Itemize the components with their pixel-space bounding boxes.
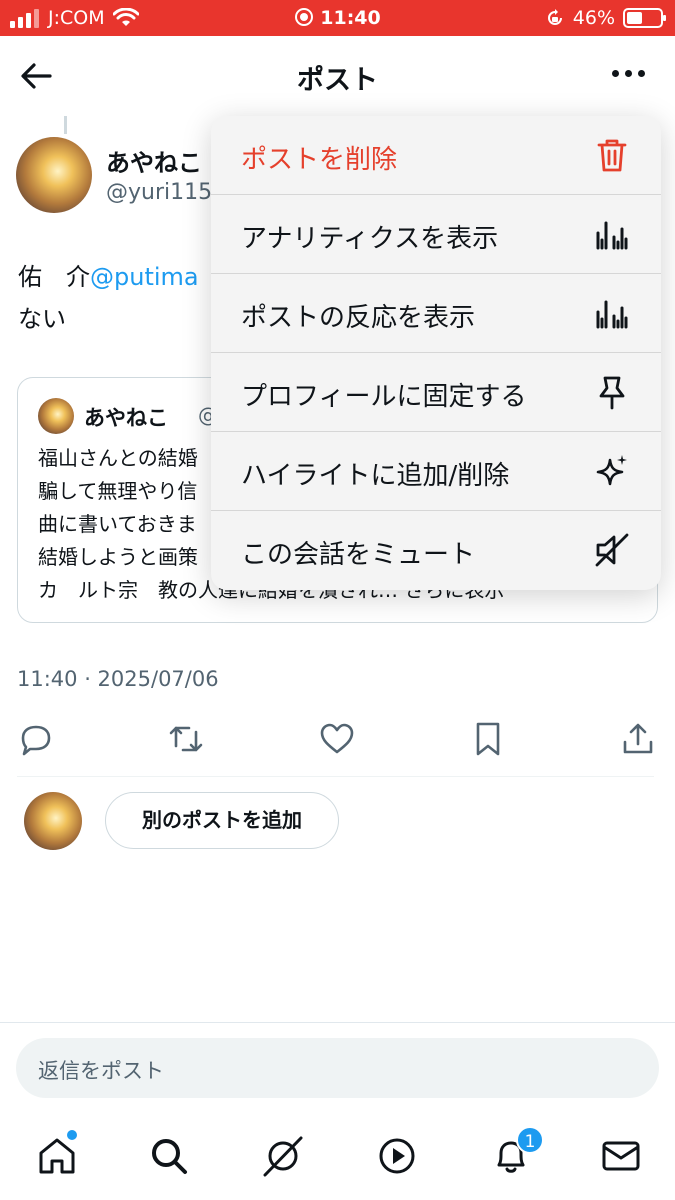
share-icon[interactable] (619, 720, 657, 758)
recording-icon (295, 8, 314, 26)
menu-item-pin-to-profile[interactable]: プロフィールに固定する (211, 353, 661, 432)
add-post-button[interactable]: 別のポストを追加 (105, 792, 339, 849)
author-name[interactable]: あやねこ (106, 143, 202, 178)
reply-placeholder: 返信をポスト (38, 1059, 164, 1083)
post-text-line2: ない (18, 305, 66, 333)
divider (17, 776, 654, 777)
quote-avatar (38, 398, 74, 434)
post-timestamp: 11:40 · 2025/07/06 (17, 667, 219, 691)
like-icon[interactable] (318, 720, 356, 758)
analytics-icon (596, 300, 628, 329)
reply-avatar (24, 792, 82, 850)
home-icon[interactable] (35, 1134, 79, 1178)
menu-item-highlight[interactable]: ハイライトに追加/削除 (211, 432, 661, 511)
analytics-icon (596, 221, 628, 250)
page-title: ポスト (297, 65, 378, 96)
menu-item-label: この会話をミュート (241, 540, 476, 570)
post-options-menu: ポストを削除 アナリティクスを表示 ポストの反応を表示 プロフィールに固定する … (211, 116, 661, 590)
quote-author-name: あやねこ (84, 406, 168, 430)
mention-link[interactable]: @putima (90, 263, 199, 291)
status-time: 11:40 (320, 7, 381, 29)
status-bar: J:COM 11:40 46% (0, 0, 675, 36)
home-unread-dot (67, 1130, 77, 1140)
menu-item-label: ポストの反応を表示 (241, 303, 476, 333)
grok-icon[interactable] (261, 1134, 305, 1178)
menu-item-view-engagements[interactable]: ポストの反応を表示 (211, 274, 661, 353)
thread-line (64, 116, 67, 134)
rotation-lock-icon (547, 9, 562, 25)
mute-icon (595, 533, 629, 567)
menu-item-view-analytics[interactable]: アナリティクスを表示 (211, 195, 661, 274)
video-icon[interactable] (375, 1134, 419, 1178)
battery-percent: 46% (572, 7, 615, 29)
menu-item-label: プロフィールに固定する (241, 382, 527, 412)
notification-badge: 1 (516, 1126, 544, 1154)
messages-icon[interactable] (599, 1134, 643, 1178)
trash-icon (597, 139, 627, 172)
more-options-icon[interactable] (612, 70, 645, 77)
reply-icon[interactable] (17, 720, 55, 758)
post-text-prefix: 佑 介 (18, 263, 90, 291)
menu-item-label: ハイライトに追加/削除 (241, 461, 510, 491)
post-actions (17, 720, 657, 760)
menu-item-delete-post[interactable]: ポストを削除 (211, 116, 661, 195)
tab-bar: 1 (0, 1120, 675, 1200)
top-bar: ポスト (0, 36, 675, 116)
sparkle-icon (596, 455, 627, 486)
avatar[interactable] (16, 137, 92, 213)
menu-item-label: ポストを削除 (241, 145, 398, 175)
pin-icon (599, 376, 625, 410)
battery-group: 46% (545, 7, 666, 29)
repost-icon[interactable] (167, 720, 205, 758)
menu-item-mute-conversation[interactable]: この会話をミュート (211, 511, 661, 590)
search-icon[interactable] (147, 1134, 191, 1178)
divider (0, 1022, 675, 1023)
menu-item-label: アナリティクスを表示 (241, 224, 499, 254)
author-handle[interactable]: @yuri115 (106, 180, 212, 205)
bookmark-icon[interactable] (469, 720, 507, 758)
reply-input[interactable]: 返信をポスト (16, 1038, 659, 1098)
battery-icon (623, 8, 666, 28)
